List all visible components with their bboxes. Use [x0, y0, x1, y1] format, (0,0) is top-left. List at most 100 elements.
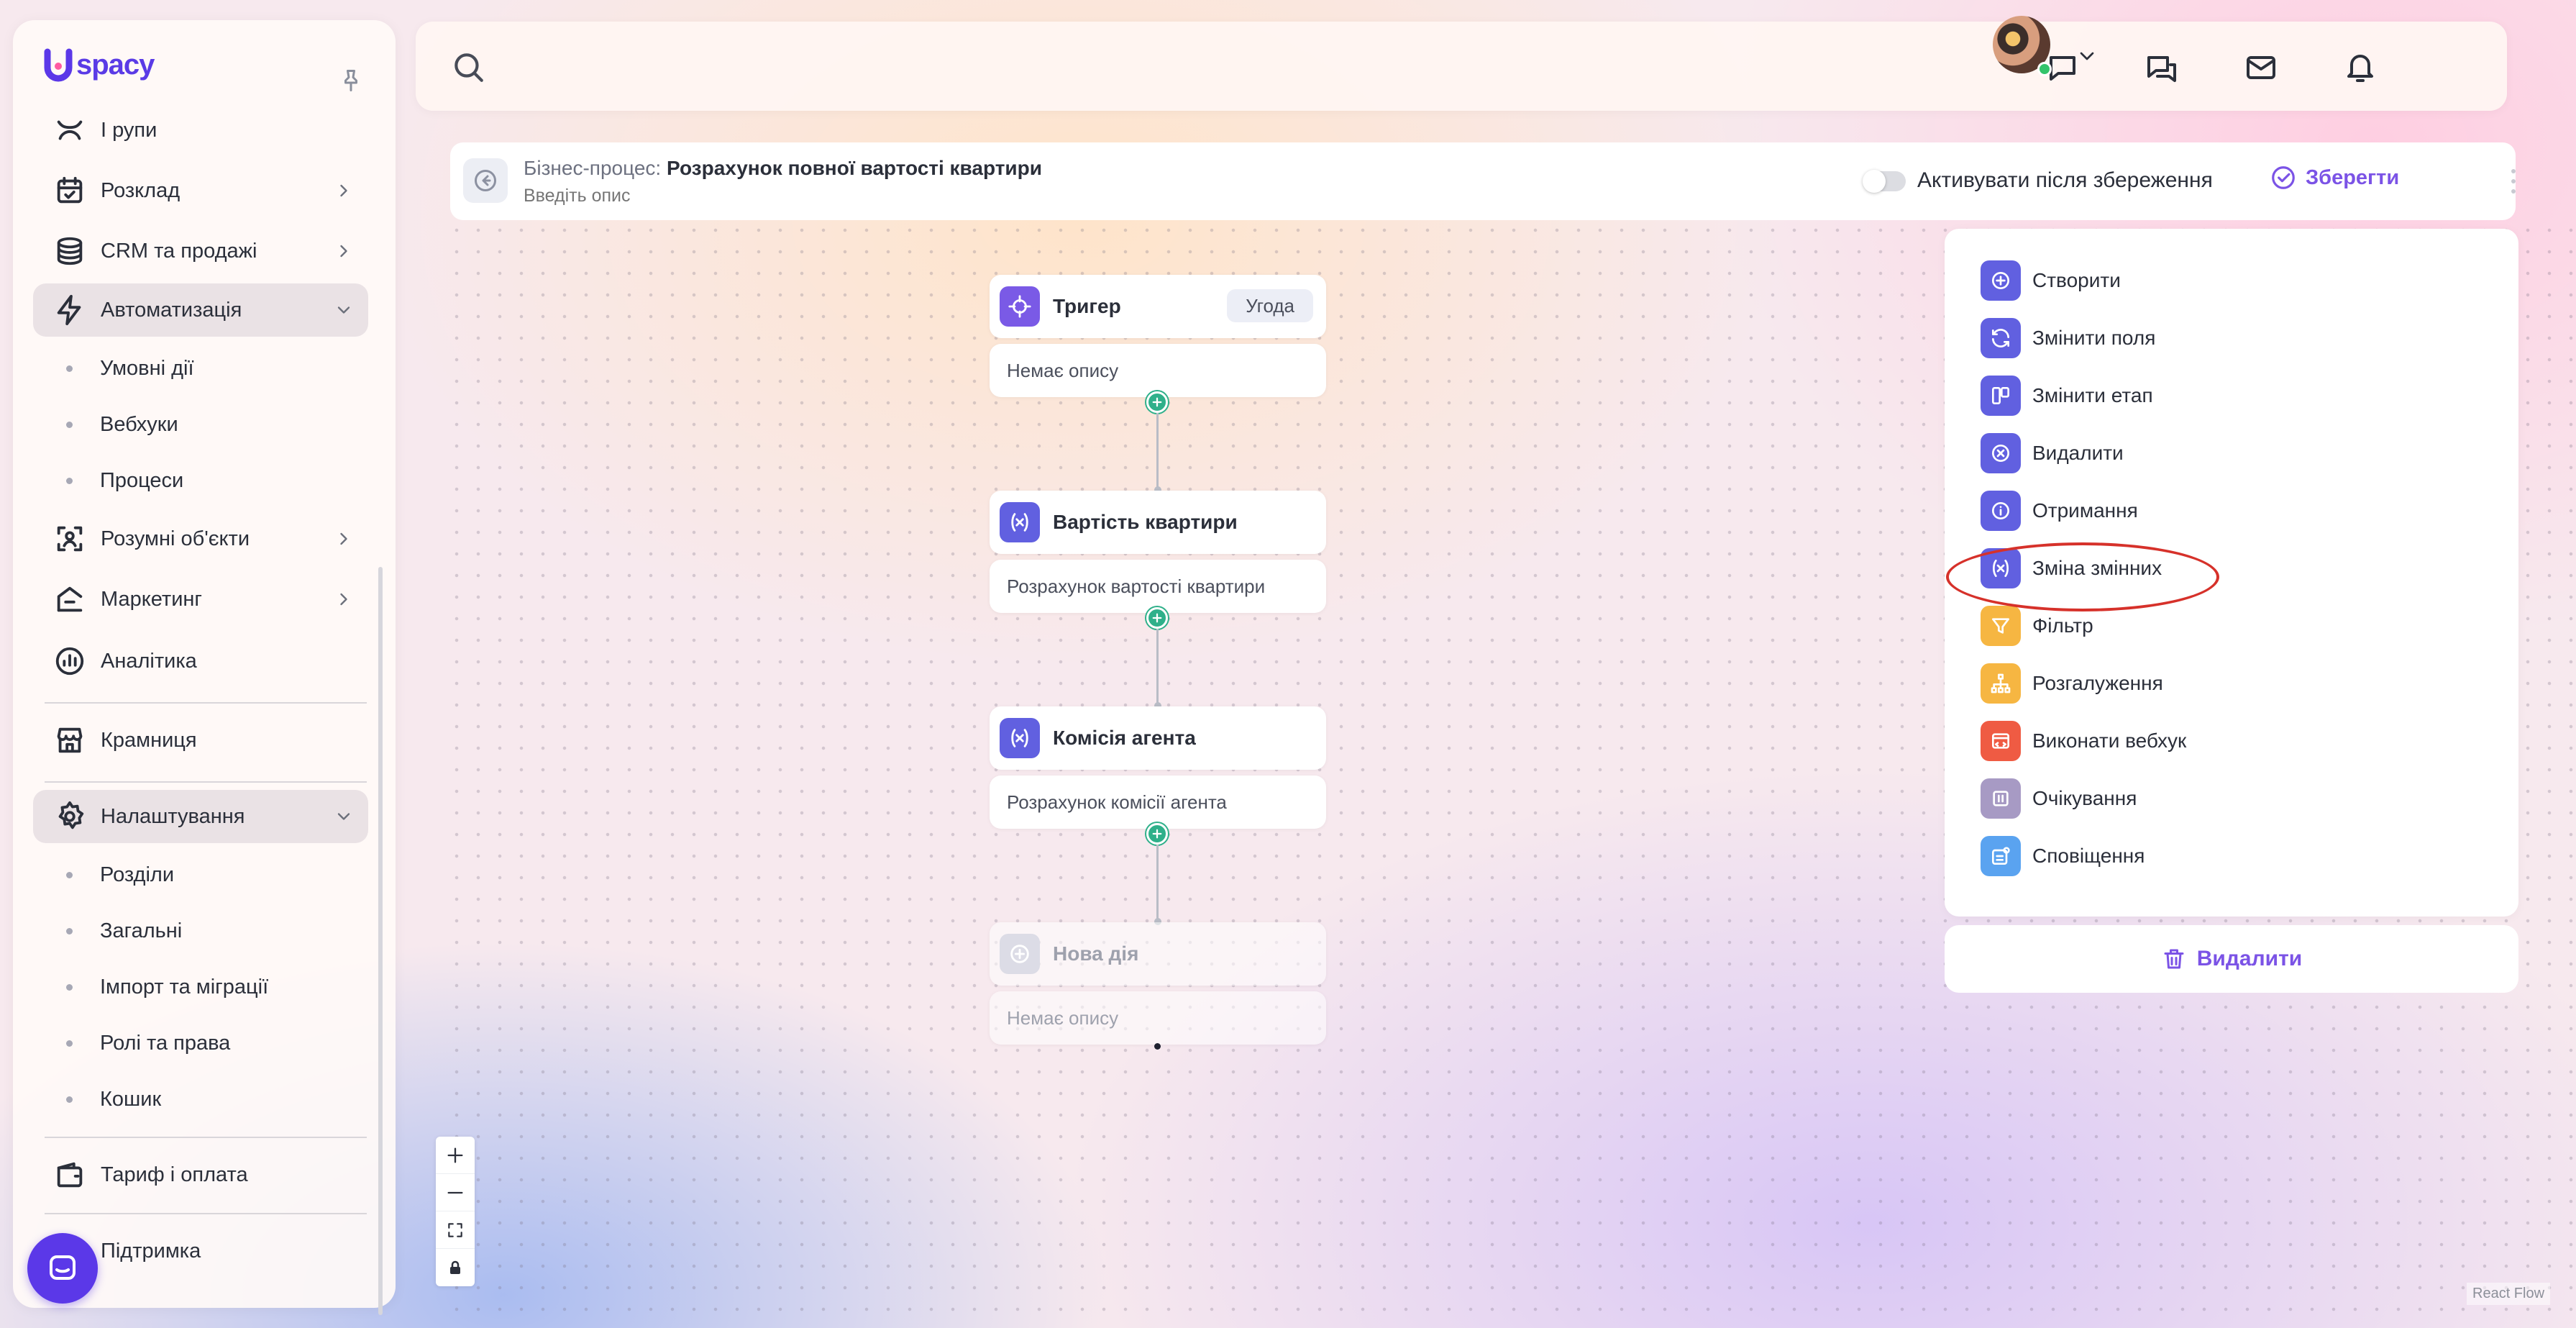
- sidebar-item-label: CRM та продажі: [101, 239, 257, 263]
- messages-icon[interactable]: [2145, 50, 2179, 85]
- delete-node-button[interactable]: Видалити: [1945, 925, 2518, 993]
- action-filter[interactable]: Фільтр: [1981, 606, 2093, 646]
- flow-node-new-action[interactable]: Нова дія: [990, 922, 1326, 986]
- sub-item-label: Ролі та права: [100, 1031, 231, 1055]
- zoom-controls: [436, 1137, 475, 1286]
- flow-node-trigger[interactable]: Тригер Угода: [990, 275, 1326, 338]
- branch-icon: [1981, 663, 2021, 704]
- sidebar-sub-general[interactable]: Загальні: [66, 909, 182, 952]
- stage-icon: [1981, 376, 2021, 416]
- variable-icon: [1000, 718, 1040, 758]
- sidebar-sub-processes[interactable]: Процеси: [66, 459, 183, 502]
- sidebar-item-marketing[interactable]: Маркетинг: [33, 573, 368, 626]
- action-waiting[interactable]: Очікування: [1981, 778, 2137, 819]
- refresh-icon: [1981, 318, 2021, 358]
- bullet: [66, 421, 73, 428]
- save-button[interactable]: Зберегти: [2270, 164, 2399, 191]
- sidebar-item-label: Налаштування: [101, 804, 245, 828]
- action-create[interactable]: Створити: [1981, 260, 2121, 301]
- action-delete[interactable]: Видалити: [1981, 433, 2124, 473]
- sidebar-sub-conditional-actions[interactable]: Умовні дії: [66, 347, 194, 390]
- calendar-check-icon: [53, 174, 86, 207]
- plus-circle-icon: [1981, 260, 2021, 301]
- logo[interactable]: spacy: [43, 47, 155, 82]
- plus-icon: [1152, 613, 1162, 623]
- pin-icon[interactable]: [338, 68, 364, 94]
- bullet: [66, 365, 73, 372]
- bullet: [66, 1096, 73, 1103]
- fit-view-icon[interactable]: [436, 1211, 475, 1249]
- sidebar-item-store[interactable]: Крамниця: [33, 714, 368, 767]
- zoom-in-icon[interactable]: [436, 1137, 475, 1174]
- info-icon: [1981, 491, 2021, 531]
- sidebar-item-analytics[interactable]: Аналітика: [33, 635, 368, 688]
- sidebar-item-billing[interactable]: Тариф і оплата: [33, 1148, 368, 1201]
- action-label: Створити: [2032, 269, 2121, 291]
- lock-icon[interactable]: [436, 1249, 475, 1286]
- bullet: [66, 871, 73, 878]
- more-vertical-icon[interactable]: [2510, 167, 2517, 196]
- sidebar-divider: [45, 702, 367, 704]
- target-icon: [1000, 286, 1040, 327]
- groups-icon: [53, 114, 86, 147]
- sidebar-sub-roles[interactable]: Ролі та права: [66, 1022, 230, 1065]
- highlight-annotation: [1946, 542, 2219, 611]
- add-node-button[interactable]: [1146, 391, 1168, 413]
- action-change-stage[interactable]: Змінити етап: [1981, 376, 2153, 416]
- add-node-button[interactable]: [1146, 607, 1168, 629]
- sidebar-sub-trash[interactable]: Кошик: [66, 1078, 161, 1121]
- sidebar-item-smart-objects[interactable]: Розумні об'єкти: [33, 512, 368, 565]
- sidebar-item-label: Розклад: [101, 178, 181, 202]
- process-description-input[interactable]: [524, 186, 1099, 206]
- node-description[interactable]: Розрахунок комісії агента: [990, 776, 1326, 829]
- sidebar-item-automation[interactable]: Автоматизація: [33, 283, 368, 337]
- action-label: Розгалуження: [2032, 672, 2163, 694]
- add-node-button[interactable]: [1146, 823, 1168, 845]
- node-description[interactable]: Немає опису: [990, 991, 1326, 1045]
- arrow-left-circle-icon: [475, 170, 496, 191]
- sidebar-sub-sections[interactable]: Розділи: [66, 853, 174, 896]
- action-branching[interactable]: Розгалуження: [1981, 663, 2163, 704]
- node-title: Тригер: [1053, 295, 1121, 317]
- back-button[interactable]: [463, 158, 508, 203]
- bell-icon[interactable]: [2343, 50, 2378, 85]
- sidebar-item-crm[interactable]: CRM та продажі: [33, 224, 368, 278]
- action-label: Фільтр: [2032, 614, 2093, 637]
- sidebar-item-schedule[interactable]: Розклад: [33, 164, 368, 217]
- node-handle[interactable]: [1154, 1043, 1161, 1050]
- mail-icon[interactable]: [2244, 50, 2278, 85]
- online-status-indicator: [2037, 62, 2052, 76]
- pause-icon: [1981, 778, 2021, 819]
- webhook-icon: [1981, 721, 2021, 761]
- store-icon: [53, 724, 86, 757]
- search-input[interactable]: [495, 43, 1574, 89]
- activate-toggle[interactable]: [1863, 170, 1906, 193]
- chat-bubble-icon: [50, 1255, 76, 1280]
- sub-item-label: Розділи: [100, 863, 175, 886]
- sidebar-item-label: Тариф і оплата: [101, 1163, 248, 1186]
- action-notification[interactable]: Сповіщення: [1981, 836, 2145, 876]
- sidebar-sub-import[interactable]: Імпорт та міграції: [66, 965, 268, 1009]
- process-title[interactable]: Бізнес-процес: Розрахунок повної вартост…: [524, 157, 1042, 180]
- logo-u-icon: [44, 48, 73, 82]
- sidebar-scrollbar[interactable]: [378, 567, 383, 1315]
- action-label: Сповіщення: [2032, 845, 2145, 867]
- notification-icon: [1981, 836, 2021, 876]
- action-change-fields[interactable]: Змінити поля: [1981, 318, 2155, 358]
- sidebar-sub-webhooks[interactable]: Вебхуки: [66, 403, 178, 446]
- flow-node-apartment-cost[interactable]: Вартість квартири: [990, 491, 1326, 554]
- action-retrieve[interactable]: Отримання: [1981, 491, 2138, 531]
- chevron-down-icon[interactable]: [2075, 45, 2098, 68]
- node-description[interactable]: Немає опису: [990, 344, 1326, 397]
- node-tag: Угода: [1227, 289, 1313, 322]
- flow-node-agent-commission[interactable]: Комісія агента: [990, 706, 1326, 770]
- sidebar-item-groups[interactable]: І рупи: [33, 104, 368, 157]
- action-run-webhook[interactable]: Виконати вебхук: [1981, 721, 2186, 761]
- zoom-out-icon[interactable]: [436, 1174, 475, 1211]
- react-flow-attribution[interactable]: React Flow: [2467, 1283, 2551, 1305]
- node-description[interactable]: Розрахунок вартості квартири: [990, 560, 1326, 613]
- sub-item-label: Імпорт та міграції: [100, 975, 269, 999]
- sidebar-item-settings[interactable]: Налаштування: [33, 790, 368, 843]
- support-chat-button[interactable]: [27, 1233, 98, 1304]
- search-icon[interactable]: [450, 49, 486, 85]
